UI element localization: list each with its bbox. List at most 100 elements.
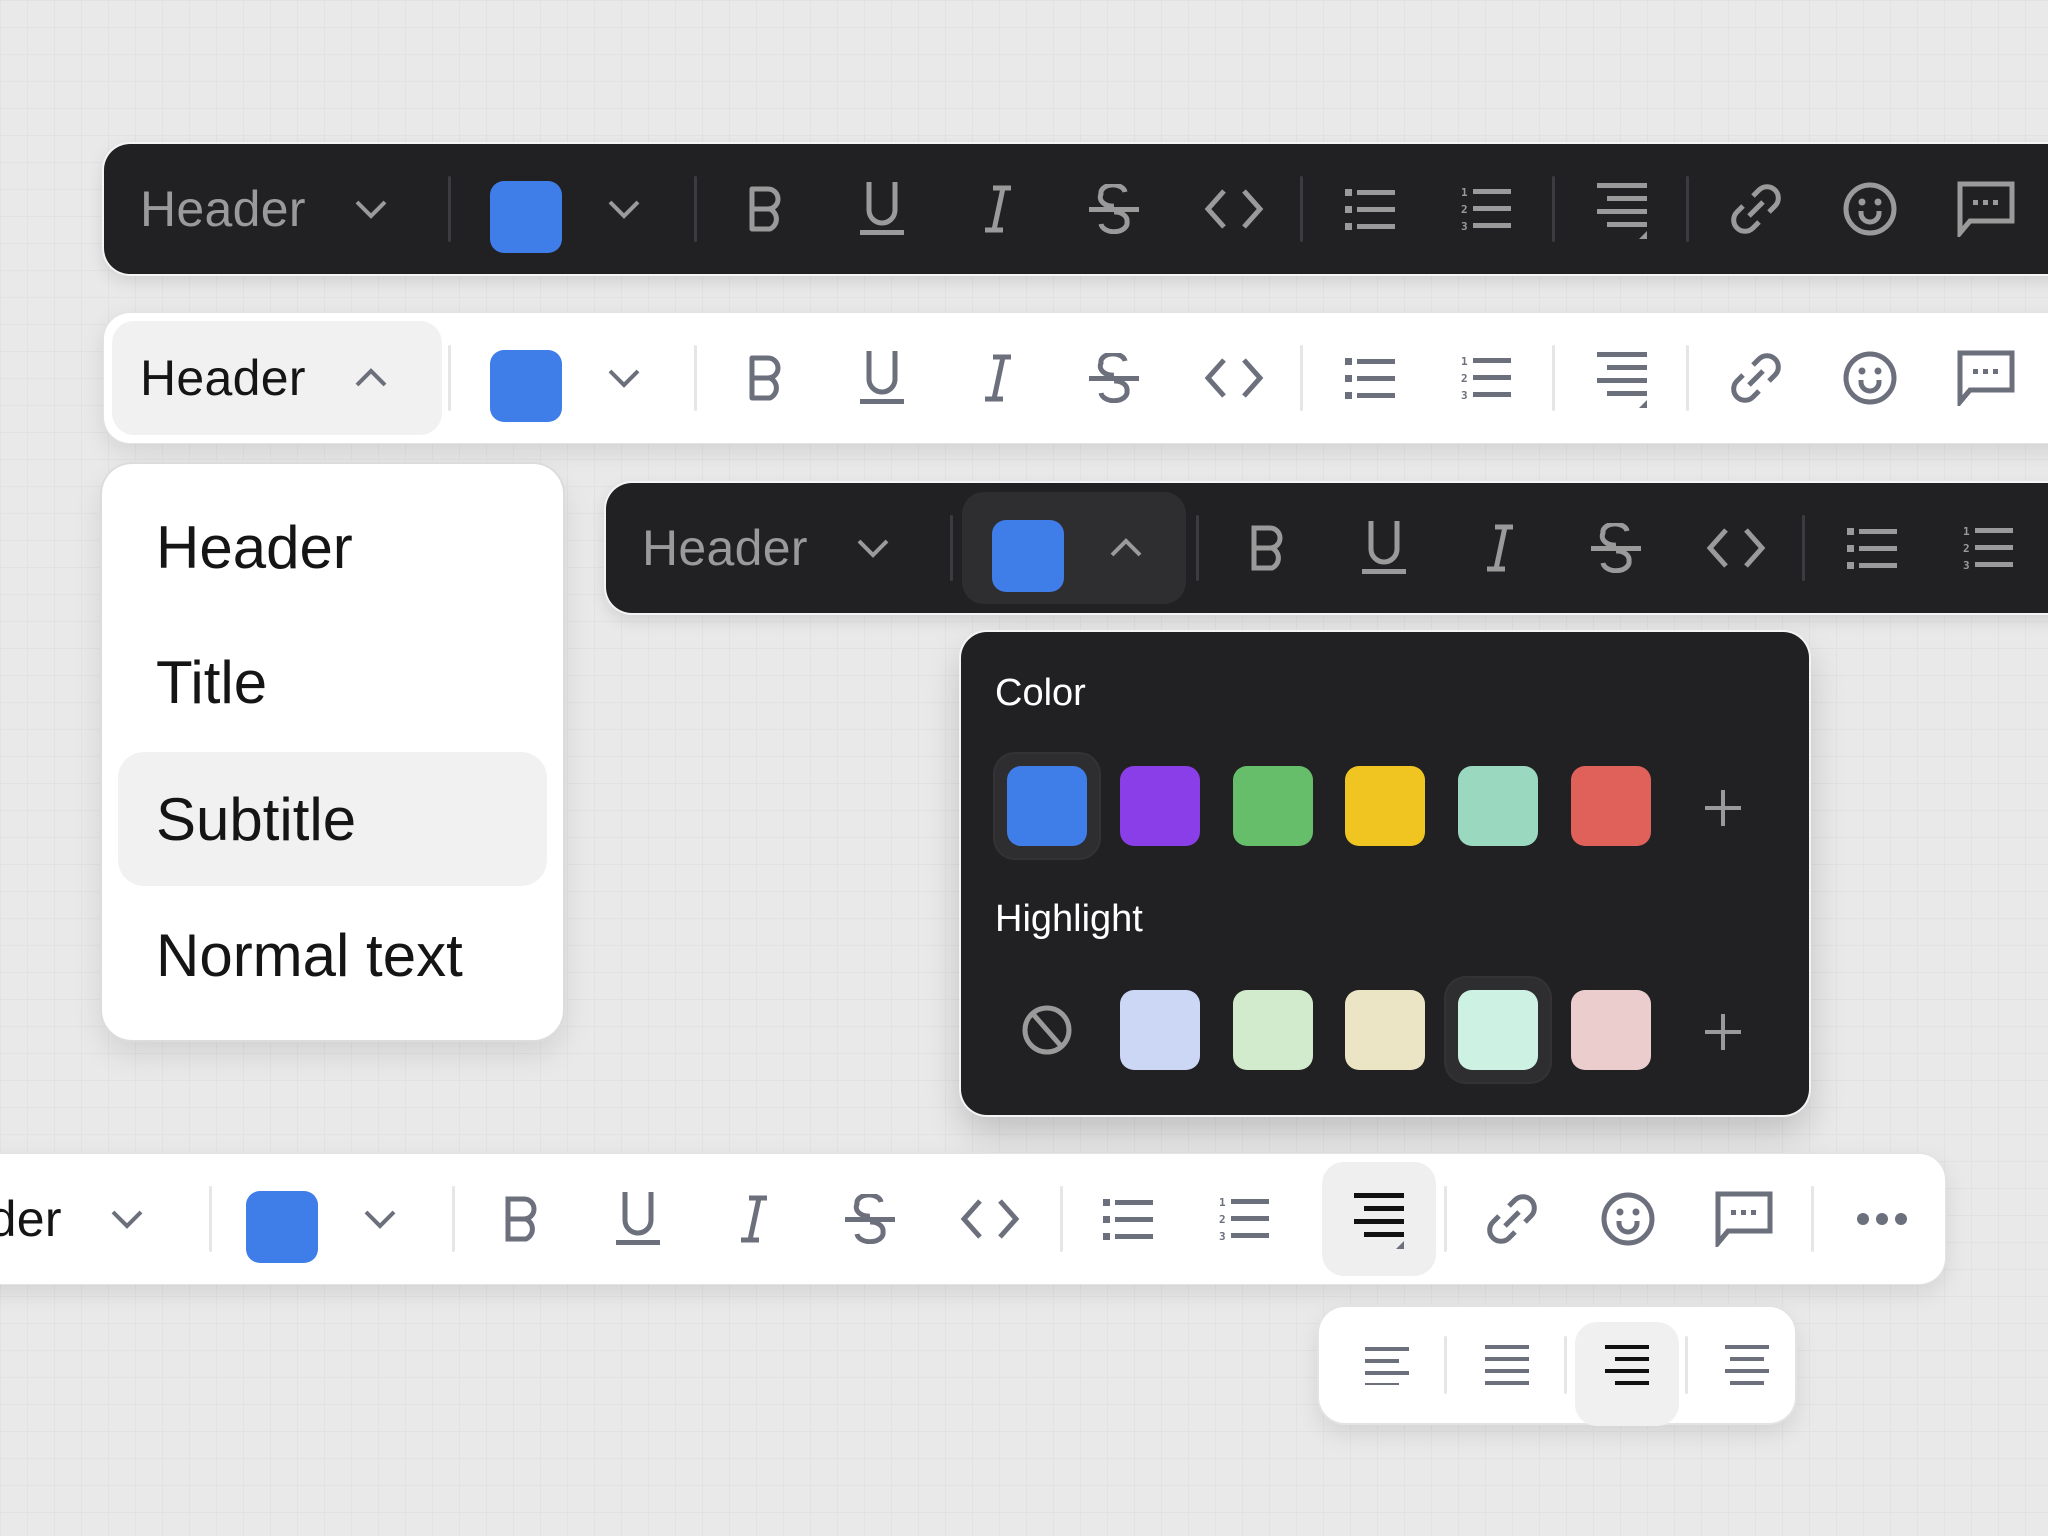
align-justify-icon[interactable] bbox=[1465, 1307, 1549, 1423]
strikethrough-icon[interactable] bbox=[1084, 144, 1144, 274]
numbered-list-icon[interactable]: 1 2 3 bbox=[1212, 1154, 1276, 1284]
align-right-icon[interactable] bbox=[1347, 1154, 1411, 1284]
numbered-list-icon[interactable]: 1 2 3 bbox=[1454, 313, 1518, 443]
bold-icon[interactable] bbox=[1238, 483, 1298, 613]
color-chevron-down-icon[interactable] bbox=[360, 1154, 400, 1284]
color-section-label: Color bbox=[995, 672, 1086, 714]
add-color-icon[interactable] bbox=[1705, 790, 1741, 831]
italic-icon[interactable] bbox=[968, 144, 1028, 274]
bold-icon[interactable] bbox=[736, 144, 796, 274]
numbered-list-icon[interactable]: 1 2 3 bbox=[1454, 144, 1518, 274]
align-center-icon[interactable] bbox=[1705, 1307, 1789, 1423]
bulleted-list-icon[interactable] bbox=[1096, 1154, 1160, 1284]
color-swatch-purple[interactable] bbox=[1120, 766, 1200, 846]
color-swatch-mint[interactable] bbox=[1458, 766, 1538, 846]
code-icon[interactable] bbox=[958, 1154, 1022, 1284]
divider bbox=[1196, 515, 1199, 581]
style-option-header[interactable]: Header bbox=[118, 480, 547, 614]
divider bbox=[1300, 176, 1303, 242]
chevron-down-icon bbox=[110, 1208, 144, 1230]
style-select[interactable]: Header bbox=[0, 1154, 196, 1284]
svg-text:3: 3 bbox=[1963, 559, 1970, 571]
highlight-swatch-mint[interactable] bbox=[1458, 990, 1538, 1070]
emoji-icon[interactable] bbox=[1838, 313, 1902, 443]
divider bbox=[694, 345, 697, 411]
style-option-normal-text[interactable]: Normal text bbox=[118, 888, 547, 1022]
strikethrough-icon[interactable] bbox=[1586, 483, 1646, 613]
bold-icon[interactable] bbox=[492, 1154, 552, 1284]
numbered-list-icon[interactable]: 1 2 3 bbox=[1956, 483, 2020, 613]
dark-toolbar-top: Header 1 2 3 bbox=[104, 144, 2048, 274]
text-color-swatch[interactable] bbox=[490, 181, 562, 253]
emoji-icon[interactable] bbox=[1838, 144, 1902, 274]
text-color-swatch[interactable] bbox=[246, 1191, 318, 1263]
svg-text:3: 3 bbox=[1461, 389, 1468, 401]
comment-icon[interactable] bbox=[1954, 144, 2018, 274]
svg-text:1: 1 bbox=[1461, 186, 1468, 199]
svg-text:1: 1 bbox=[1461, 355, 1468, 368]
highlight-swatch-yellow[interactable] bbox=[1345, 990, 1425, 1070]
divider bbox=[1300, 345, 1303, 411]
color-chevron-up-icon[interactable] bbox=[1106, 483, 1146, 613]
link-icon[interactable] bbox=[1724, 144, 1788, 274]
style-option-subtitle[interactable]: Subtitle bbox=[118, 752, 547, 886]
bulleted-list-icon[interactable] bbox=[1338, 144, 1402, 274]
divider bbox=[1444, 1336, 1447, 1394]
italic-icon[interactable] bbox=[1470, 483, 1530, 613]
strikethrough-icon[interactable] bbox=[1084, 313, 1144, 443]
underline-icon[interactable] bbox=[852, 313, 912, 443]
color-swatch-green[interactable] bbox=[1233, 766, 1313, 846]
style-select[interactable]: Header bbox=[642, 483, 942, 613]
color-swatch-red[interactable] bbox=[1571, 766, 1651, 846]
comment-icon[interactable] bbox=[1954, 313, 2018, 443]
light-toolbar-bottom: Header 1 2 3 bbox=[0, 1154, 1945, 1284]
align-right-icon[interactable] bbox=[1590, 313, 1654, 443]
align-left-icon[interactable] bbox=[1345, 1307, 1429, 1423]
no-highlight-icon[interactable] bbox=[1021, 1004, 1073, 1061]
code-icon[interactable] bbox=[1704, 483, 1768, 613]
align-popup bbox=[1319, 1307, 1795, 1426]
style-select[interactable]: Header bbox=[140, 313, 440, 443]
underline-icon[interactable] bbox=[1354, 483, 1414, 613]
style-option-title[interactable]: Title bbox=[118, 615, 547, 749]
style-select-label: Header bbox=[140, 181, 306, 237]
bulleted-list-icon[interactable] bbox=[1338, 313, 1402, 443]
svg-text:2: 2 bbox=[1461, 203, 1468, 216]
svg-text:3: 3 bbox=[1219, 1230, 1226, 1242]
divider bbox=[1685, 1336, 1688, 1394]
bulleted-list-icon[interactable] bbox=[1840, 483, 1904, 613]
align-right-option-icon[interactable] bbox=[1585, 1307, 1669, 1423]
more-icon[interactable] bbox=[1850, 1154, 1914, 1284]
svg-text:1: 1 bbox=[1963, 525, 1970, 538]
link-icon[interactable] bbox=[1480, 1154, 1544, 1284]
underline-icon[interactable] bbox=[608, 1154, 668, 1284]
highlight-swatch-blue[interactable] bbox=[1120, 990, 1200, 1070]
color-chevron-down-icon[interactable] bbox=[604, 313, 644, 443]
style-select-label: Header bbox=[0, 1191, 62, 1247]
italic-icon[interactable] bbox=[724, 1154, 784, 1284]
bold-icon[interactable] bbox=[736, 313, 796, 443]
italic-icon[interactable] bbox=[968, 313, 1028, 443]
divider bbox=[448, 345, 451, 411]
color-swatch-blue[interactable] bbox=[1007, 766, 1087, 846]
code-icon[interactable] bbox=[1202, 313, 1266, 443]
link-icon[interactable] bbox=[1724, 313, 1788, 443]
emoji-icon[interactable] bbox=[1596, 1154, 1660, 1284]
svg-text:1: 1 bbox=[1219, 1196, 1226, 1209]
underline-icon[interactable] bbox=[852, 144, 912, 274]
style-select[interactable]: Header bbox=[140, 144, 440, 274]
divider bbox=[452, 1186, 455, 1252]
strikethrough-icon[interactable] bbox=[840, 1154, 900, 1284]
comment-icon[interactable] bbox=[1712, 1154, 1776, 1284]
divider bbox=[1686, 176, 1689, 242]
color-swatch-yellow[interactable] bbox=[1345, 766, 1425, 846]
text-color-swatch[interactable] bbox=[490, 350, 562, 422]
highlight-swatch-green[interactable] bbox=[1233, 990, 1313, 1070]
color-chevron-down-icon[interactable] bbox=[604, 144, 644, 274]
align-right-icon[interactable] bbox=[1590, 144, 1654, 274]
text-color-swatch[interactable] bbox=[992, 520, 1064, 592]
chevron-up-icon bbox=[354, 367, 388, 389]
highlight-swatch-pink[interactable] bbox=[1571, 990, 1651, 1070]
add-highlight-icon[interactable] bbox=[1705, 1014, 1741, 1055]
code-icon[interactable] bbox=[1202, 144, 1266, 274]
